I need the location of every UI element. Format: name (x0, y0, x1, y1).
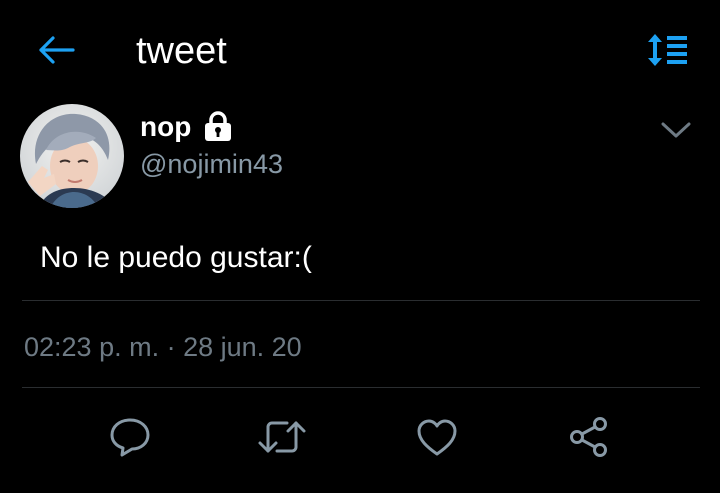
top-app-bar: tweet (0, 0, 720, 100)
arrow-left-icon (39, 36, 75, 64)
lock-icon (202, 110, 234, 142)
share-button[interactable] (560, 408, 618, 466)
like-button[interactable] (408, 408, 466, 466)
avatar[interactable] (20, 104, 124, 208)
reply-button[interactable] (101, 408, 159, 466)
back-button[interactable] (36, 32, 76, 68)
chevron-down-icon (661, 122, 691, 138)
display-name[interactable]: nop (140, 110, 191, 144)
heart-icon (417, 419, 457, 456)
tweet-text: No le puedo gustar:( (40, 241, 312, 274)
divider (22, 387, 700, 388)
profile-photo (20, 104, 124, 208)
user-handle[interactable]: @nojimin43 (140, 147, 283, 181)
tweet-timestamp: 02:23 p. m. · 28 jun. 20 (24, 332, 302, 362)
reply-icon (110, 418, 150, 457)
tweet-action-bar (0, 408, 720, 466)
page-title: tweet (136, 30, 227, 72)
sort-list-icon (648, 34, 687, 66)
tweet-options-button[interactable] (656, 112, 696, 148)
retweet-button[interactable] (253, 408, 311, 466)
sort-replies-button[interactable] (644, 30, 692, 70)
share-icon (570, 417, 607, 457)
divider (22, 300, 700, 301)
retweet-icon (258, 421, 306, 453)
